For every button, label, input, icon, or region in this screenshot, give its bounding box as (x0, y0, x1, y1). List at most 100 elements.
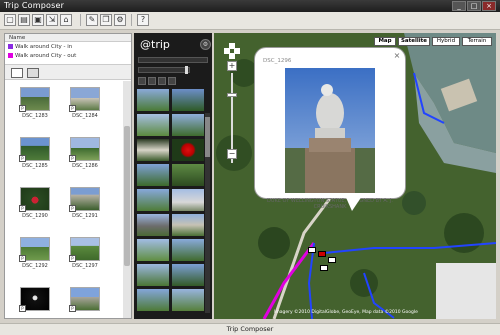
film-thumbnail[interactable] (172, 264, 204, 286)
close-icon[interactable]: × (393, 52, 401, 60)
minimize-button[interactable]: _ (452, 1, 466, 11)
flag-icon: P (19, 205, 26, 212)
track-color-swatch (8, 44, 13, 49)
scrollbar-thumb[interactable] (124, 126, 130, 266)
photo-thumbnail[interactable]: P DSC_1291 (67, 187, 103, 219)
list-view-icon[interactable] (27, 68, 39, 78)
next-icon[interactable] (158, 77, 166, 85)
window-title: Trip Composer (4, 1, 65, 10)
photo-thumbnail[interactable]: P DSC_1292 (17, 237, 53, 269)
photo-label: DSC_1297 (72, 263, 98, 269)
zoom-out-button[interactable]: − (227, 149, 237, 159)
film-thumbnail[interactable] (137, 264, 169, 286)
photo-label: DSC_1286 (72, 163, 98, 169)
film-thumbnail[interactable] (137, 189, 169, 211)
toolbar-separator (80, 14, 81, 26)
pan-control[interactable] (224, 43, 240, 59)
flag-icon: P (69, 305, 76, 312)
last-icon[interactable] (168, 77, 176, 85)
scrollbar-thumb[interactable] (205, 117, 210, 157)
zoom-slider-handle[interactable] (185, 66, 188, 74)
photo-thumbnail[interactable]: P DSC_1290 (17, 187, 53, 219)
map-marker[interactable] (308, 247, 316, 253)
left-panel: Name Walk around City - in Walk around C… (4, 33, 132, 319)
map-marker[interactable] (320, 265, 328, 271)
photo-label: DSC_1292 (22, 263, 48, 269)
film-thumbnail[interactable] (137, 89, 169, 111)
settings-icon[interactable]: ⚙ (114, 14, 126, 26)
photo-label: DSC_1291 (72, 213, 98, 219)
film-thumbnail[interactable] (172, 89, 204, 111)
film-thumbnail[interactable] (172, 139, 204, 161)
film-thumbnail[interactable] (172, 164, 204, 186)
film-thumbnail[interactable] (172, 289, 204, 311)
prev-icon[interactable] (148, 77, 156, 85)
film-thumbnail[interactable] (172, 214, 204, 236)
zoom-slider[interactable] (138, 67, 190, 73)
film-thumbnail[interactable] (172, 189, 204, 211)
save-icon[interactable]: ▣ (32, 14, 44, 26)
track-color-swatch (8, 53, 13, 58)
zoom-slider-handle[interactable] (227, 93, 237, 97)
flag-icon: P (19, 255, 26, 262)
help-icon[interactable]: ? (137, 14, 149, 26)
map-type-terrain-button[interactable]: Terrain (462, 37, 492, 46)
settings-icon[interactable]: ⚙ (200, 39, 211, 50)
search-field[interactable] (138, 57, 208, 63)
track-list-header: Name (5, 34, 131, 42)
flag-icon: P (69, 105, 76, 112)
map-type-hybrid-button[interactable]: Hybrid (432, 37, 460, 46)
map-type-satellite-button[interactable]: Satellite (398, 37, 430, 46)
map-marker[interactable] (318, 251, 326, 257)
photo-label: DSC_1283 (22, 113, 48, 119)
zoom-in-button[interactable]: + (227, 61, 237, 71)
map-marker[interactable] (328, 257, 336, 263)
copy-icon[interactable]: ❐ (100, 14, 112, 26)
view-tabs (5, 64, 131, 80)
photo-thumbnail[interactable]: P DSC_1286 (67, 137, 103, 169)
flag-icon: P (19, 105, 26, 112)
thumbnail-view-icon[interactable] (11, 68, 23, 78)
photo-thumbnail[interactable]: P DSC_1283 (17, 87, 53, 119)
export-icon[interactable]: ⇲ (46, 14, 58, 26)
film-thumbnail[interactable] (172, 239, 204, 261)
film-thumbnail[interactable] (137, 239, 169, 261)
film-thumbnail[interactable] (137, 214, 169, 236)
title-bar: Trip Composer _ □ × (0, 0, 500, 12)
track-label: Walk around City - out (15, 53, 77, 59)
status-bar: Trip Composer (0, 323, 500, 335)
popup-photo[interactable] (285, 68, 375, 193)
photo-label: DSC_1285 (22, 163, 48, 169)
film-thumbnail[interactable] (137, 139, 169, 161)
toolbar-separator (131, 14, 132, 26)
trip-logo: @trip (140, 38, 170, 51)
home-icon[interactable]: ⌂ (60, 14, 72, 26)
maximize-button[interactable]: □ (467, 1, 481, 11)
photo-label: DSC_1290 (22, 213, 48, 219)
close-button[interactable]: × (482, 1, 496, 11)
film-thumbnail[interactable] (172, 114, 204, 136)
photo-grid: P DSC_1283 P DSC_1284 P DSC_1285 P DSC_1… (5, 81, 123, 318)
photo-thumbnail[interactable]: P (17, 287, 53, 313)
photo-thumbnail[interactable]: P DSC_1285 (17, 137, 53, 169)
track-item[interactable]: Walk around City - out (8, 52, 128, 60)
photo-thumbnail[interactable]: P DSC_1297 (67, 237, 103, 269)
map-type-map-button[interactable]: Map (374, 37, 396, 46)
photo-grid-scrollbar[interactable] (123, 81, 131, 318)
photo-label: DSC_1284 (72, 113, 98, 119)
photo-thumbnail[interactable]: P DSC_1284 (67, 87, 103, 119)
film-thumbnail[interactable] (137, 114, 169, 136)
edit-icon[interactable]: ✎ (86, 14, 98, 26)
photo-thumbnail[interactable]: P (67, 287, 103, 313)
map-view[interactable]: Map Satellite Hybrid Terrain + − DSC_129… (214, 33, 496, 319)
filmstrip-controls (138, 77, 208, 85)
film-thumbnail[interactable] (137, 164, 169, 186)
filmstrip-panel: @trip ⚙ (134, 33, 212, 319)
popup-tail (344, 193, 364, 211)
new-icon[interactable]: ▢ (4, 14, 16, 26)
open-icon[interactable]: ▤ (18, 14, 30, 26)
flag-icon: P (69, 155, 76, 162)
track-item[interactable]: Walk around City - in (8, 43, 128, 51)
first-icon[interactable] (138, 77, 146, 85)
film-thumbnail[interactable] (137, 289, 169, 311)
